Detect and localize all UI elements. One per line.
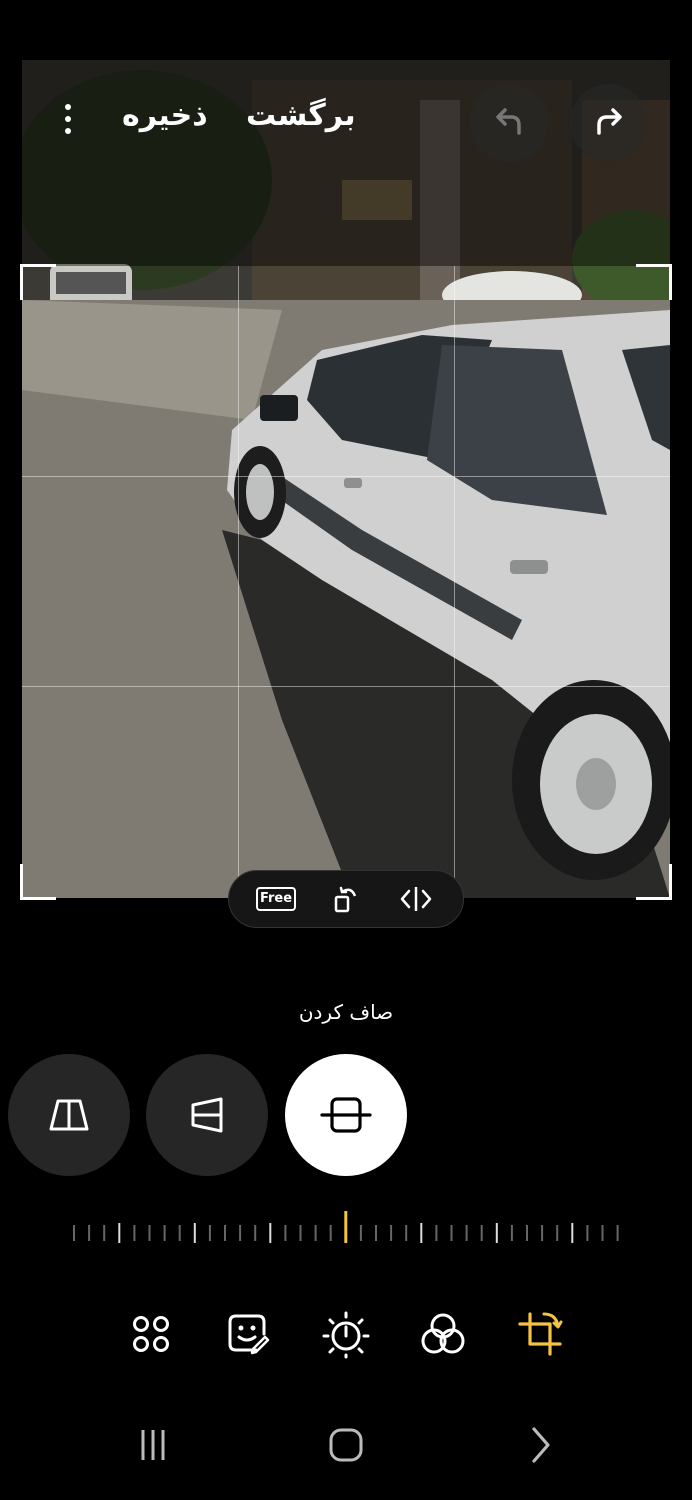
chevron-right-icon (532, 1427, 550, 1463)
crop-options-bar: Free (228, 870, 464, 928)
grid-line (454, 266, 455, 898)
straighten-button[interactable] (285, 1054, 407, 1176)
revert-button[interactable]: برگشت (246, 98, 356, 133)
tool-more[interactable] (125, 1308, 177, 1360)
aspect-ratio-free-button[interactable]: Free (253, 876, 299, 922)
undo-icon (496, 108, 521, 135)
crop-frame[interactable] (20, 264, 672, 900)
recent-apps-icon (141, 1430, 165, 1460)
redo-button[interactable] (570, 84, 648, 162)
editor-tool-bar (100, 1300, 590, 1370)
apps-grid-icon (133, 1316, 169, 1352)
perspective-horizontal-button[interactable] (146, 1054, 268, 1176)
home-icon (329, 1428, 363, 1462)
horizontal-perspective-icon (191, 1097, 223, 1133)
tool-adjust[interactable] (320, 1308, 372, 1360)
tool-sticker[interactable] (222, 1308, 274, 1360)
grid-line (238, 266, 239, 898)
grid-line (22, 476, 670, 477)
brightness-icon (322, 1311, 370, 1359)
grid-line (22, 686, 670, 687)
crop-handle-bottom-right[interactable] (636, 864, 672, 900)
mode-title: صاف کردن (298, 1000, 394, 1024)
top-bar: ذخیره برگشت (22, 60, 670, 190)
recent-apps-button[interactable] (128, 1422, 178, 1468)
system-nav-bar (0, 1410, 692, 1480)
rotate-button[interactable] (323, 876, 369, 922)
sticker-icon (228, 1314, 270, 1355)
vertical-perspective-icon (49, 1099, 89, 1131)
crop-handle-bottom-left[interactable] (20, 864, 56, 900)
crop-handle-top-right[interactable] (636, 264, 672, 300)
back-button[interactable] (515, 1422, 565, 1468)
filters-icon (421, 1313, 465, 1354)
flip-icon (400, 887, 432, 911)
undo-button[interactable] (470, 84, 548, 162)
tool-filters[interactable] (417, 1308, 469, 1360)
perspective-vertical-button[interactable] (8, 1054, 130, 1176)
flip-button[interactable] (393, 876, 439, 922)
home-button[interactable] (321, 1422, 371, 1468)
slider-ticks (73, 1211, 619, 1243)
crop-rotate-icon (518, 1312, 563, 1356)
straighten-icon (320, 1097, 372, 1133)
crop-handle-top-left[interactable] (20, 264, 56, 300)
rotate-icon (334, 886, 357, 913)
save-button[interactable]: ذخیره (122, 98, 208, 133)
redo-icon (597, 108, 622, 135)
free-ratio-icon: Free (255, 887, 297, 911)
more-options-icon[interactable] (60, 104, 76, 144)
straighten-slider[interactable] (70, 1210, 622, 1256)
tool-crop-transform[interactable] (514, 1308, 566, 1360)
